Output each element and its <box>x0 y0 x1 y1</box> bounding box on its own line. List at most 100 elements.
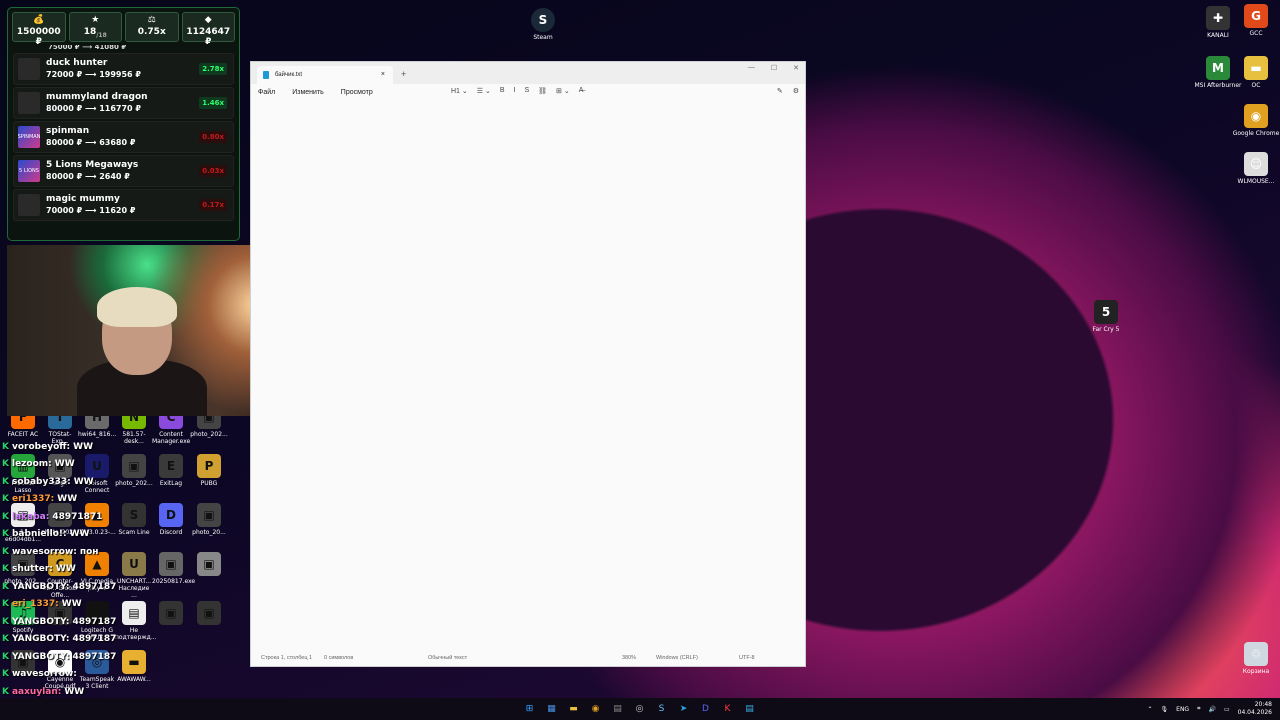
mic-icon[interactable]: 🎙 <box>1161 706 1169 713</box>
slot-result: 80000 ₽ ⟶ 116770 ₽ <box>46 104 141 113</box>
desktop-icon-glyph: ▣ <box>197 552 221 576</box>
menu-view[interactable]: Просмотр <box>341 89 373 96</box>
discord-icon[interactable]: D <box>698 701 713 716</box>
desktop-icon-label: OC <box>1251 82 1261 89</box>
star-icon: ★ <box>91 15 100 25</box>
stream-chat: Kvorobeyoff: WW Klezoom: WW Ksobaby333: WW Ker… <box>2 438 182 718</box>
notepad-icon[interactable]: ▤ <box>742 701 757 716</box>
desktop-icon[interactable]: ☺ WLMOUSE... <box>1228 152 1280 185</box>
chat-text: WW <box>73 441 94 452</box>
desktop-icon[interactable]: ▣ <box>190 552 228 578</box>
widgets-icon[interactable]: ▦ <box>544 701 559 716</box>
start-icon[interactable]: ⊞ <box>522 701 537 716</box>
desktop-icon-steam[interactable]: S Steam <box>515 8 571 41</box>
desktop-icon[interactable]: ▣ photo_20... <box>190 503 228 536</box>
chat-badge: K <box>2 686 9 697</box>
chat-username: sobaby333: <box>11 476 71 487</box>
telegram-icon[interactable]: ➤ <box>676 701 691 716</box>
desktop-icon[interactable]: ♲ Корзина <box>1228 642 1280 675</box>
toolbar-button[interactable]: B <box>500 87 505 95</box>
desktop-icon-label: photo_202... <box>190 431 228 438</box>
notepad-menubar: Файл Изменить Просмотр H1 ⌄ ☰ ⌄ B I S ⛓ ⊞ ⌄ A̶ … <box>251 84 805 100</box>
toolbar-button[interactable]: ⛓ <box>538 87 547 95</box>
chat-badge: K <box>2 634 9 645</box>
desktop-icon[interactable]: ▬ OC <box>1228 56 1280 89</box>
desktop-icon-label: GCC <box>1249 30 1263 37</box>
close-window-button[interactable]: ✕ <box>793 64 799 72</box>
menu-edit[interactable]: Изменить <box>292 89 324 96</box>
slot-result: 72000 ₽ ⟶ 199956 ₽ <box>46 70 141 79</box>
maximize-button[interactable]: ☐ <box>771 64 777 72</box>
chat-text: 48971871 <box>52 511 103 522</box>
clock[interactable]: 20:48 04.04.2026 <box>1238 701 1272 717</box>
steam-icon[interactable]: S <box>654 701 669 716</box>
calculator-icon[interactable]: ▤ <box>610 701 625 716</box>
chat-username: YANGBOTY: <box>11 616 70 627</box>
new-tab-button[interactable]: + <box>401 69 406 79</box>
chat-text: пон <box>79 546 99 557</box>
toolbar-button[interactable]: I <box>514 87 516 95</box>
chat-username: shutter: <box>11 564 53 575</box>
desktop-icon-glyph: ▣ <box>197 503 221 527</box>
chat-badge: K <box>2 441 9 452</box>
webcam-person-hair <box>97 287 177 327</box>
desktop-icon[interactable]: P PUBG <box>190 454 228 487</box>
stat-number: 18 <box>83 27 97 37</box>
volume-icon[interactable]: 🔊 <box>1208 706 1215 713</box>
file-explorer-icon[interactable]: ▬ <box>566 701 581 716</box>
slot-list: duck hunter 72000 ₽ ⟶ 199956 ₽ 2.78x mummyl… <box>8 53 239 221</box>
desktop-icon-label: Корзина <box>1242 668 1270 675</box>
desktop-icon[interactable]: 5 Far Cry 5 <box>1078 300 1134 333</box>
stat-value: 1500000 ₽ <box>17 27 61 47</box>
battery-icon[interactable]: ▭ <box>1224 706 1230 713</box>
desktop-icon-label: photo_20... <box>192 529 226 536</box>
settings-gear-icon[interactable]: ⚙ <box>793 87 799 95</box>
chat-username: YANGBOTY: <box>11 634 70 645</box>
network-icon[interactable]: ⌗ <box>1197 705 1200 713</box>
slot-name: mummyland dragon <box>46 92 148 102</box>
chrome-icon[interactable]: ◉ <box>588 701 603 716</box>
desktop-icon-label: hwi64_816... <box>78 431 117 438</box>
desktop-icon-label: PUBG <box>200 480 218 487</box>
chat-message: Kwavesorrow: <box>2 666 182 684</box>
chevron-up-icon[interactable]: ⌃ <box>1148 706 1153 713</box>
slot-name: magic mummy <box>46 194 120 204</box>
text-area[interactable] <box>251 100 805 650</box>
chat-username: vorobeyoff: <box>11 441 71 452</box>
steam-icon: S <box>531 8 555 32</box>
stat-box: 💰 1500000 ₽ <box>12 12 66 47</box>
scales-icon: ⚖ <box>147 15 156 25</box>
obs-icon[interactable]: ◎ <box>632 701 647 716</box>
toolbar-button[interactable]: S <box>524 87 529 95</box>
toolbar-button[interactable]: ☰ ⌄ <box>477 87 491 95</box>
desktop-icon-label: Far Cry 5 <box>1092 326 1120 333</box>
chat-username: eri1337: <box>11 494 55 505</box>
menu-file[interactable]: Файл <box>258 89 275 96</box>
minimize-button[interactable]: — <box>748 64 755 72</box>
notepad-window[interactable]: байчик.txt × + — ☐ ✕ Файл Изменить Просм… <box>250 61 806 667</box>
desktop-icon[interactable]: ◉ Google Chrome <box>1228 104 1280 137</box>
toolbar-button[interactable]: ⊞ ⌄ <box>556 87 570 95</box>
desktop-icon[interactable]: ▣ <box>190 601 228 627</box>
slot-multiplier: 2.78x <box>199 63 227 75</box>
desktop-icon-glyph: 5 <box>1094 300 1118 324</box>
toolbar-button[interactable]: A̶ <box>579 87 584 95</box>
chat-message: Keri1337: WW <box>2 491 182 509</box>
tab-title: байчик.txt <box>275 72 303 78</box>
toolbar-right: ✎ ⚙ <box>777 87 799 95</box>
app-icon[interactable]: K <box>720 701 735 716</box>
close-tab-icon[interactable]: × <box>381 71 385 78</box>
slot-row: mummyland dragon 80000 ₽ ⟶ 116770 ₽ 1.46x <box>13 87 234 119</box>
chat-message: K YANGBOTY: 4897187 <box>2 631 182 649</box>
language-indicator[interactable]: ENG <box>1176 706 1189 713</box>
copilot-icon[interactable]: ✎ <box>777 87 783 95</box>
chat-text: WW <box>73 476 94 487</box>
chat-message: Klezoom: WW <box>2 456 182 474</box>
slot-row: SPINMAN spinman 80000 ₽ ⟶ 63680 ₽ 0.80x <box>13 121 234 153</box>
slot-name: 5 Lions Megaways <box>46 160 139 170</box>
chat-text: WW <box>55 564 76 575</box>
desktop-icon[interactable]: G GCC <box>1228 4 1280 37</box>
notepad-tab[interactable]: байчик.txt × <box>257 66 393 84</box>
chat-username: lezoom: <box>11 459 52 470</box>
toolbar-button[interactable]: H1 ⌄ <box>451 87 468 95</box>
